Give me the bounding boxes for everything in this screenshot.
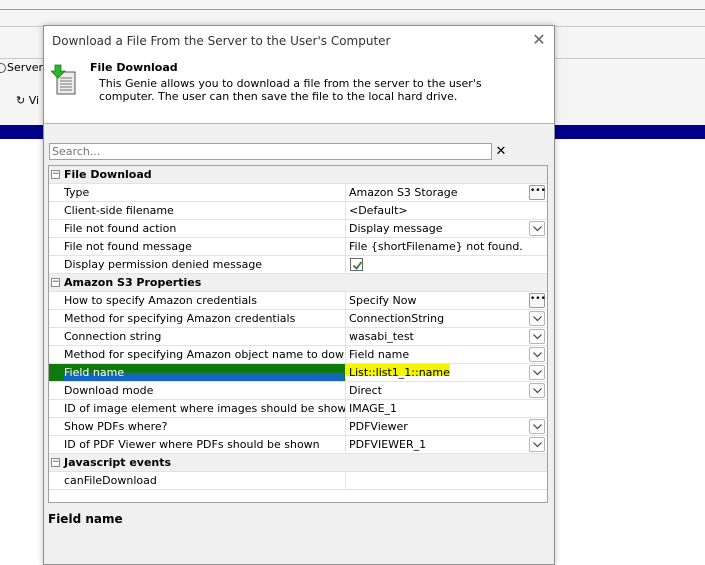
category-title: Amazon S3 Properties <box>64 276 202 289</box>
dropdown-button[interactable] <box>529 221 545 236</box>
dropdown-button[interactable] <box>529 419 545 434</box>
property-value[interactable]: PDFViewer <box>346 418 547 435</box>
dropdown-button[interactable] <box>529 347 545 362</box>
chevron-down-icon <box>533 388 542 394</box>
property-name: Download mode <box>49 382 346 399</box>
category-header[interactable]: − File Download <box>49 166 547 184</box>
property-row[interactable]: Display permission denied message <box>49 256 547 274</box>
property-name: Display permission denied message <box>49 256 346 273</box>
property-value[interactable]: Amazon S3 Storage <box>346 184 547 201</box>
property-name: Field name <box>49 364 346 381</box>
dropdown-button[interactable] <box>529 329 545 344</box>
property-row[interactable]: ID of image element where images should … <box>49 400 547 418</box>
chevron-down-icon <box>533 442 542 448</box>
property-value[interactable] <box>346 256 547 273</box>
property-value[interactable]: List::list1_1::name <box>346 364 547 381</box>
property-name: File not found message <box>49 238 346 255</box>
property-name-label: Field name <box>64 366 125 379</box>
property-value[interactable]: <Default> <box>346 202 547 219</box>
property-name: ID of PDF Viewer where PDFs should be sh… <box>49 436 346 453</box>
checkmark-icon <box>352 261 363 270</box>
property-value[interactable]: IMAGE_1 <box>346 400 547 417</box>
category-title: File Download <box>64 168 152 181</box>
clear-search-icon[interactable]: ✕ <box>494 143 508 160</box>
server-label: Server- <box>7 61 47 74</box>
property-name: canFileDownload <box>49 472 346 489</box>
title-bar: Download a File From the Server to the U… <box>44 26 554 56</box>
property-row[interactable]: Show PDFs where? PDFViewer <box>49 418 547 436</box>
ellipsis-button[interactable]: ••• <box>529 293 546 308</box>
property-row[interactable]: Field name List::list1_1::name <box>49 364 547 382</box>
dropdown-button[interactable] <box>529 383 545 398</box>
property-value[interactable]: Field name <box>346 346 547 363</box>
property-value[interactable] <box>346 472 547 489</box>
property-row[interactable]: ID of PDF Viewer where PDFs should be sh… <box>49 436 547 454</box>
dropdown-button[interactable] <box>529 437 545 452</box>
category-header[interactable]: − Amazon S3 Properties <box>49 274 547 292</box>
property-name: Show PDFs where? <box>49 418 346 435</box>
category-title: Javascript events <box>64 456 172 469</box>
genie-dialog: Download a File From the Server to the U… <box>43 25 555 565</box>
header-title: File Download <box>90 61 178 74</box>
property-row[interactable]: Connection string wasabi_test <box>49 328 547 346</box>
divider <box>0 9 705 10</box>
dropdown-button[interactable] <box>529 311 545 326</box>
chevron-down-icon <box>533 352 542 358</box>
view-button[interactable]: ↻ Vi <box>16 94 39 107</box>
property-row[interactable]: File not found message File {shortFilenam… <box>49 238 547 256</box>
property-row[interactable]: How to specify Amazon credentials Specify… <box>49 292 547 310</box>
chevron-down-icon <box>533 226 542 232</box>
property-name: ID of image element where images should … <box>49 400 346 417</box>
property-row[interactable]: canFileDownload <box>49 472 547 490</box>
property-value[interactable]: Specify Now <box>346 292 547 309</box>
property-name: Method for specifying Amazon object name… <box>49 346 346 363</box>
category-header[interactable]: − Javascript events <box>49 454 547 472</box>
property-name: File not found action <box>49 220 346 237</box>
file-download-icon <box>51 64 76 95</box>
chevron-down-icon <box>533 370 542 376</box>
property-row[interactable]: Method for specifying Amazon object name… <box>49 346 547 364</box>
property-name: Connection string <box>49 328 346 345</box>
property-value[interactable]: PDFVIEWER_1 <box>346 436 547 453</box>
property-row[interactable]: Download mode Direct <box>49 382 547 400</box>
search-input[interactable] <box>49 143 492 160</box>
property-row[interactable]: Method for specifying Amazon credentials… <box>49 310 547 328</box>
property-row[interactable]: Type Amazon S3 Storage ••• <box>49 184 547 202</box>
property-value[interactable]: ConnectionString <box>346 310 547 327</box>
property-value-label: List::list1_1::name <box>349 366 450 379</box>
property-name: How to specify Amazon credentials <box>49 292 346 309</box>
property-name: Client-side filename <box>49 202 346 219</box>
property-value[interactable]: File {shortFilename} not found. <box>346 238 547 255</box>
property-value[interactable]: Direct <box>346 382 547 399</box>
collapse-icon[interactable]: − <box>51 170 60 179</box>
header-description: This Genie allows you to download a file… <box>99 77 482 103</box>
chevron-down-icon <box>533 424 542 430</box>
collapse-icon[interactable]: − <box>51 278 60 287</box>
property-value[interactable]: wasabi_test <box>346 328 547 345</box>
property-row[interactable]: Client-side filename <Default> <box>49 202 547 220</box>
property-row[interactable]: File not found action Display message <box>49 220 547 238</box>
close-icon[interactable]: ✕ <box>530 31 548 49</box>
property-grid: − File Download Type Amazon S3 Storage ••• Cl… <box>48 165 548 503</box>
ellipsis-button[interactable]: ••• <box>529 185 546 200</box>
chevron-down-icon <box>533 316 542 322</box>
property-name: Type <box>49 184 346 201</box>
permission-checkbox[interactable] <box>350 258 363 271</box>
dropdown-button[interactable] <box>529 365 545 380</box>
collapse-icon[interactable]: − <box>51 458 60 467</box>
chevron-down-icon <box>533 334 542 340</box>
property-name: Method for specifying Amazon credentials <box>49 310 346 327</box>
description-title: Field name <box>48 512 123 526</box>
property-value[interactable]: Display message <box>346 220 547 237</box>
dialog-header: File Download This Genie allows you to d… <box>44 56 554 124</box>
dialog-title: Download a File From the Server to the U… <box>52 34 391 48</box>
